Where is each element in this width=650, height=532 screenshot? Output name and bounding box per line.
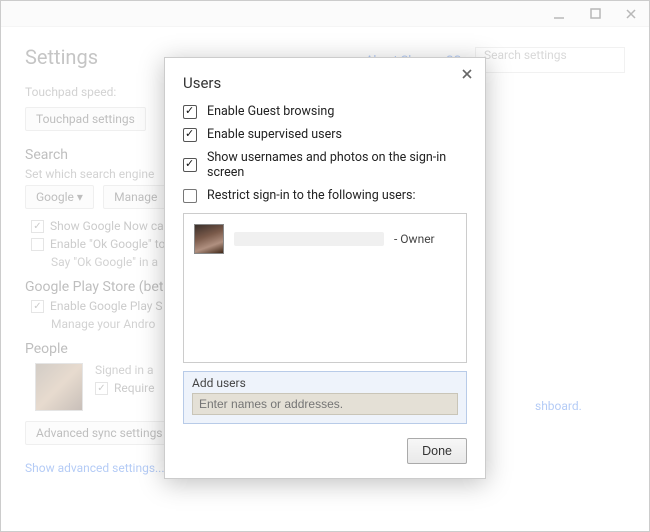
option-label: Show usernames and photos on the sign-in… (207, 150, 467, 180)
dialog-title: Users (183, 74, 467, 92)
checkbox-icon (183, 158, 197, 172)
users-list: - Owner (183, 213, 467, 363)
user-list-item[interactable]: - Owner (194, 224, 456, 254)
option-label: Enable Guest browsing (207, 104, 334, 119)
user-avatar (194, 224, 224, 254)
users-dialog: Users Enable Guest browsing Enable super… (164, 57, 486, 479)
restrict-signin-option[interactable]: Restrict sign-in to the following users: (183, 188, 467, 203)
done-button[interactable]: Done (407, 438, 467, 464)
option-label: Restrict sign-in to the following users: (207, 188, 416, 203)
close-icon (461, 68, 473, 80)
checkbox-icon (183, 189, 197, 203)
enable-supervised-users-option[interactable]: Enable supervised users (183, 127, 467, 142)
add-users-panel: Add users (183, 371, 467, 424)
checkbox-icon (183, 128, 197, 142)
enable-guest-browsing-option[interactable]: Enable Guest browsing (183, 104, 467, 119)
user-owner-tag: - Owner (394, 232, 435, 246)
add-users-input[interactable] (192, 393, 458, 415)
user-name-redacted (234, 232, 384, 246)
checkbox-icon (183, 105, 197, 119)
option-label: Enable supervised users (207, 127, 342, 142)
show-usernames-option[interactable]: Show usernames and photos on the sign-in… (183, 150, 467, 180)
dialog-close-button[interactable] (461, 68, 473, 84)
add-users-label: Add users (192, 376, 458, 390)
